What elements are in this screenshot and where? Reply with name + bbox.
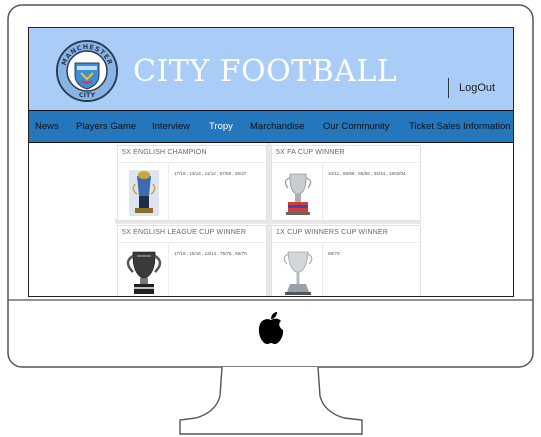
screen: MANCHESTER CITY CITY FOOTBALL LogOut New… (28, 27, 514, 297)
trophy-card-years: 17/18 , 13/14 , 11/12 , 67/68 , 36/37 (174, 171, 247, 176)
site-title: CITY FOOTBALL (133, 54, 398, 89)
card-separator (118, 242, 266, 243)
card-separator (272, 242, 420, 243)
main-nav: News Players Game Interview Tropy Marcha… (29, 110, 513, 143)
trophy-card[interactable]: 5X FA CUP WINNER 10/11 , 68/69 , 55/56 ,… (271, 145, 421, 221)
nav-item-ticket-sales-information[interactable]: Ticket Sales Information (409, 121, 511, 132)
crest-bottom-text: CITY (79, 91, 96, 99)
club-crest-icon: MANCHESTER CITY (56, 40, 118, 102)
nav-item-tropy[interactable]: Tropy (209, 121, 233, 132)
trophy-image (273, 164, 323, 220)
site-header: MANCHESTER CITY CITY FOOTBALL LogOut (29, 28, 513, 110)
logout-divider (448, 78, 449, 98)
trophy-card[interactable]: 1X CUP WINNERS CUP WINNER 69/70 (271, 225, 421, 296)
trophy-image (119, 244, 169, 296)
apple-logo-icon (258, 312, 284, 344)
trophy-image (273, 244, 323, 296)
trophy-card-title: 1X CUP WINNERS CUP WINNER (276, 229, 389, 236)
nav-item-news[interactable]: News (35, 121, 59, 132)
premier-league-trophy-icon (129, 170, 159, 216)
card-separator (272, 162, 420, 163)
cup-winners-cup-trophy-icon (283, 251, 313, 295)
nav-item-marchandise[interactable]: Marchandise (250, 121, 304, 132)
nav-item-players-game[interactable]: Players Game (76, 121, 136, 132)
fa-cup-trophy-icon (284, 173, 312, 215)
trophy-card-title: 5X FA CUP WINNER (276, 149, 345, 156)
nav-item-interview[interactable]: Interview (152, 121, 190, 132)
trophy-card-title: 5X ENGLISH CHAMPION (122, 149, 207, 156)
trophy-card-years: 10/11 , 68/69 , 55/56 , 33/34 , 1903/04 (328, 171, 406, 176)
trophy-card[interactable]: 5X ENGLISH LEAGUE CUP WINNER 17/18 , 15/… (117, 225, 267, 296)
trophy-image (119, 164, 169, 220)
nav-item-our-community[interactable]: Our Community (323, 121, 390, 132)
trophy-card-title: 5X ENGLISH LEAGUE CUP WINNER (122, 229, 247, 236)
card-separator (118, 162, 266, 163)
logout-link[interactable]: LogOut (459, 82, 495, 94)
league-cup-trophy-icon (126, 251, 162, 294)
trophy-card-years: 17/18 , 15/16 , 13/14 , 75/76 , 69/70 (174, 251, 247, 256)
trophy-card-years: 69/70 (328, 251, 340, 256)
trophy-card[interactable]: 5X ENGLISH CHAMPION 17/18 , 13/14 , 11/1… (117, 145, 267, 221)
